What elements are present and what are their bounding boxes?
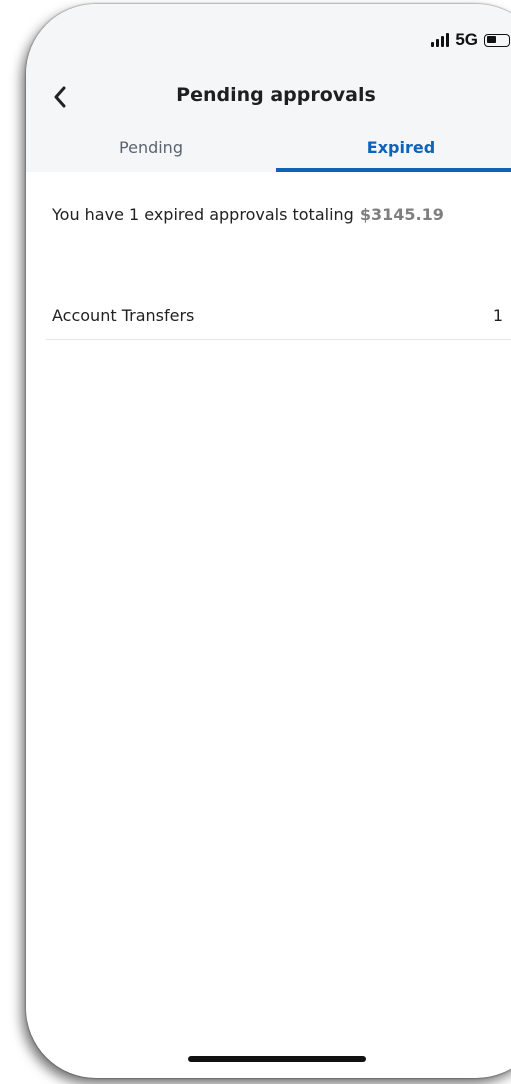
- list-item-count: 1: [492, 306, 503, 325]
- signal-bars-icon: [431, 33, 450, 47]
- page-title: Pending approvals: [176, 84, 376, 106]
- summary-text: You have 1 expired approvals totaling: [52, 205, 354, 224]
- list-item-meta: 1: [493, 306, 511, 325]
- expired-summary: You have 1 expired approvals totaling $31…: [52, 205, 444, 224]
- tab-expired[interactable]: Expired: [276, 134, 511, 172]
- network-type: 5G: [455, 30, 478, 49]
- battery-icon: [484, 33, 510, 47]
- screen: 5G Pending approvals Pending Expired You…: [0, 0, 511, 1084]
- list-item-label: Account Transfers: [52, 306, 195, 325]
- tab-pending[interactable]: Pending: [26, 134, 276, 172]
- home-indicator[interactable]: [188, 1056, 366, 1062]
- status-bar: 5G: [431, 30, 510, 50]
- list-item-account-transfers[interactable]: Account Transfers 1: [46, 292, 511, 340]
- app-header: 5G Pending approvals Pending Expired: [26, 4, 511, 172]
- phone-frame: 5G Pending approvals Pending Expired You…: [26, 4, 511, 1078]
- summary-amount: $3145.19: [359, 205, 444, 224]
- active-tab-indicator: [276, 168, 511, 172]
